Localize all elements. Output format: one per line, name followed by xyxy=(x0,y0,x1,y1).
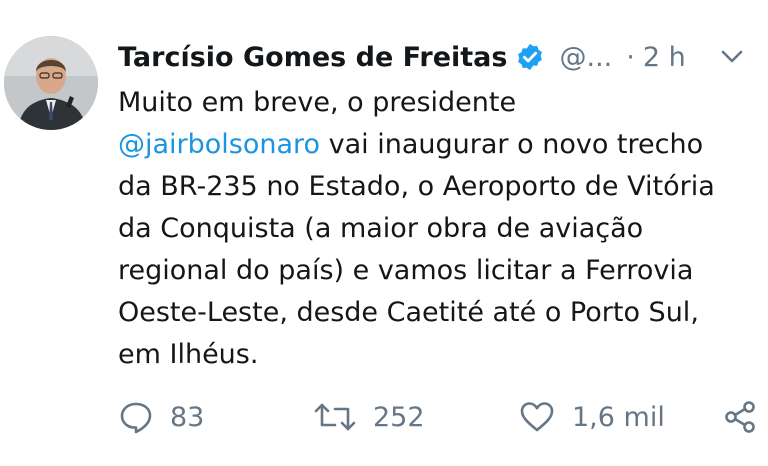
separator-dot: · xyxy=(626,41,635,73)
like-icon xyxy=(518,399,556,435)
reply-count: 83 xyxy=(170,401,205,433)
avatar[interactable] xyxy=(4,36,98,130)
author-handle[interactable]: @... xyxy=(559,42,612,73)
share-button[interactable] xyxy=(722,392,758,442)
tweet-actions: 83 252 1,6 mil xyxy=(118,392,768,442)
retweet-icon xyxy=(313,399,357,435)
tweet-line: em Ilhéus. xyxy=(118,339,259,370)
tweet: Tarcísio Gomes de Freitas @... · 2 h Mui… xyxy=(0,0,768,466)
tweet-line: da Conquista (a maior obra de aviação xyxy=(118,213,644,244)
tweet-line: @jairbolsonaro vai inaugurar o novo trec… xyxy=(118,124,758,166)
tweet-line: regional do país) e vamos licitar a Ferr… xyxy=(118,255,694,286)
tweet-line: Oeste-Leste, desde Caetité até o Porto S… xyxy=(118,297,699,328)
author-name[interactable]: Tarcísio Gomes de Freitas xyxy=(118,42,507,73)
tweet-header: Tarcísio Gomes de Freitas @... · 2 h xyxy=(118,34,758,80)
tweet-line: Muito em breve, o presidente xyxy=(118,87,517,118)
tweet-timestamp[interactable]: 2 h xyxy=(643,42,686,73)
tweet-text: Muito em breve, o presidente @jairbolson… xyxy=(118,82,758,376)
verified-badge-icon xyxy=(515,42,545,72)
reply-button[interactable]: 83 xyxy=(118,392,204,442)
reply-icon xyxy=(118,399,154,435)
tweet-line: da BR-235 no Estado, o Aeroporto de Vitó… xyxy=(118,171,715,202)
mention-link[interactable]: @jairbolsonaro xyxy=(118,129,320,160)
share-icon xyxy=(722,399,758,435)
tweet-line-text: vai inaugurar o novo trecho xyxy=(320,129,704,160)
retweet-count: 252 xyxy=(373,401,425,433)
chevron-down-icon[interactable] xyxy=(718,42,746,70)
like-button[interactable]: 1,6 mil xyxy=(518,392,665,442)
like-count: 1,6 mil xyxy=(572,401,665,433)
retweet-button[interactable]: 252 xyxy=(313,392,425,442)
